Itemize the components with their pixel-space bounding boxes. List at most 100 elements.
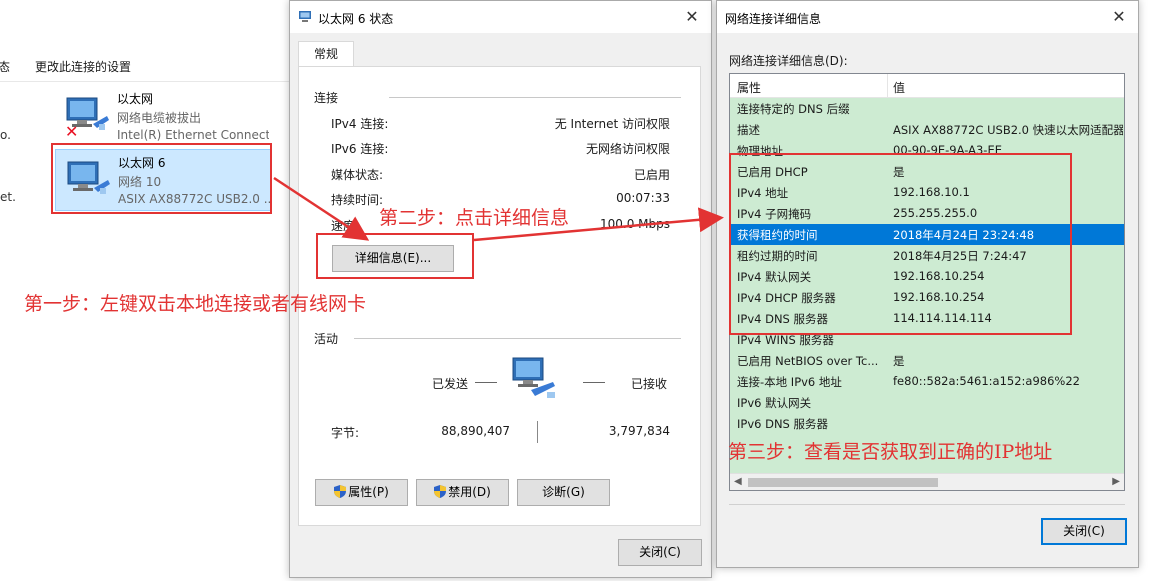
diagnose-button[interactable]: 诊断(G): [517, 479, 610, 506]
duration-label: 持续时间:: [331, 193, 384, 207]
disconnected-x-icon: ✕: [65, 122, 79, 141]
divider: [729, 504, 1125, 505]
adapter-status: 网络电缆被拔出: [117, 111, 202, 125]
media-state-value: 已启用: [633, 168, 670, 182]
horizontal-scrollbar[interactable]: ◀ ▶: [730, 473, 1124, 490]
details-row-value: 192.168.10.1: [893, 185, 970, 199]
bytes-received-value: 3,797,834: [608, 424, 670, 438]
details-row[interactable]: IPv6 DNS 服务器: [730, 413, 1124, 434]
ipv4-connectivity-label: IPv4 连接:: [331, 117, 389, 131]
details-row-value: 192.168.10.254: [893, 290, 985, 304]
details-list-label: 网络连接详细信息(D):: [729, 54, 848, 68]
details-row-property: IPv4 DHCP 服务器: [737, 291, 836, 305]
details-row[interactable]: IPv4 DNS 服务器 114.114.114.114: [730, 308, 1124, 329]
details-row[interactable]: 租约过期的时间 2018年4月25日 7:24:47: [730, 245, 1124, 266]
adapter-device: Intel(R) Ethernet Connect...: [117, 128, 269, 142]
bytes-label: 字节:: [331, 426, 360, 440]
ipv4-connectivity-value: 无 Internet 访问权限: [554, 117, 670, 131]
sent-label: 已发送: [432, 377, 469, 391]
close-icon[interactable]: ✕: [681, 6, 703, 28]
details-row[interactable]: IPv4 子网掩码 255.255.255.0: [730, 203, 1124, 224]
sidebar-fragment: o.: [0, 128, 11, 142]
scroll-left-icon[interactable]: ◀: [734, 476, 742, 487]
divider: [354, 338, 681, 339]
speed-label: 速度:: [331, 219, 360, 233]
details-row-value: 2018年4月25日 7:24:47: [893, 249, 1027, 263]
details-row-property: IPv4 子网掩码: [737, 207, 812, 221]
step3-annotation: 第三步：查看是否获取到正确的IP地址: [728, 441, 1053, 463]
details-row[interactable]: 连接-本地 IPv6 地址 fe80::582a:5461:a152:a986%2…: [730, 371, 1124, 392]
details-row[interactable]: IPv4 地址 192.168.10.1: [730, 182, 1124, 203]
duration-value: 00:07:33: [616, 191, 670, 205]
details-row[interactable]: 已启用 DHCP 是: [730, 161, 1124, 182]
uac-shield-icon: [434, 485, 447, 498]
details-row-property: 物理地址: [737, 144, 783, 158]
divider: [389, 97, 681, 98]
network-connection-details-dialog: 网络连接详细信息 ✕ 网络连接详细信息(D): 属性 值 连接特定的 DNS 后…: [716, 0, 1139, 568]
status-dialog-title: 以太网 6 状态: [318, 12, 394, 26]
received-line: [583, 382, 605, 383]
details-row-property: 连接特定的 DNS 后缀: [737, 102, 850, 116]
adapter-device: ASIX AX88772C USB2.0 ...: [118, 192, 270, 206]
adapter-status: 网络 10: [118, 175, 162, 189]
details-row[interactable]: IPv4 WINS 服务器: [730, 329, 1124, 350]
details-row[interactable]: 连接特定的 DNS 后缀: [730, 98, 1124, 119]
details-row-value: 00-90-9E-9A-A3-EE: [893, 143, 1002, 157]
details-row[interactable]: 物理地址 00-90-9E-9A-A3-EE: [730, 140, 1124, 161]
details-row-value: 255.255.255.0: [893, 206, 978, 220]
uac-shield-icon: [334, 485, 347, 498]
details-row-value: 192.168.10.254: [893, 269, 985, 283]
tab-general[interactable]: 常规: [298, 41, 354, 67]
network-icon: [299, 11, 311, 22]
details-row-value: fe80::582a:5461:a152:a986%22: [893, 374, 1080, 388]
details-close-button[interactable]: 关闭(C): [1041, 518, 1127, 545]
details-row-property: 描述: [737, 123, 760, 137]
details-row-property: 连接-本地 IPv6 地址: [737, 375, 842, 389]
connection-group-label: 连接: [314, 91, 339, 105]
details-row[interactable]: IPv6 默认网关: [730, 392, 1124, 413]
ipv6-connectivity-label: IPv6 连接:: [331, 142, 389, 156]
details-titlebar[interactable]: 网络连接详细信息 ✕: [717, 1, 1138, 33]
activity-group-label: 活动: [314, 332, 339, 346]
adapter-name: 以太网: [117, 92, 154, 106]
details-row[interactable]: 已启用 NetBIOS over Tc... 是: [730, 350, 1124, 371]
adapter-ethernet-6[interactable]: 以太网 6 网络 10 ASIX AX88772C USB2.0 ...: [55, 149, 271, 211]
change-settings-command[interactable]: 更改此连接的设置: [35, 58, 131, 75]
details-row-value: ASIX AX88772C USB2.0 快速以太网适配器: [893, 123, 1123, 137]
details-row-value: 114.114.114.114: [893, 311, 992, 325]
disable-button[interactable]: 禁用(D): [416, 479, 509, 506]
details-row-value: 是: [893, 165, 905, 179]
close-button[interactable]: 关闭(C): [618, 539, 702, 566]
speed-value: 100.0 Mbps: [599, 217, 670, 231]
details-row[interactable]: IPv4 DHCP 服务器 192.168.10.254: [730, 287, 1124, 308]
command-bar-fragment[interactable]: 态: [0, 58, 10, 75]
received-label: 已接收: [631, 377, 668, 391]
close-icon[interactable]: ✕: [1108, 6, 1130, 28]
scrollbar-thumb[interactable]: [748, 478, 938, 487]
details-row-property: 已启用 DHCP: [737, 165, 808, 179]
details-row-property: 租约过期的时间: [737, 249, 818, 263]
status-titlebar[interactable]: 以太网 6 状态 ✕: [290, 1, 711, 33]
properties-button-label: 属性(P): [348, 485, 389, 499]
details-row-property: IPv4 默认网关: [737, 270, 812, 284]
details-row-property: IPv6 DNS 服务器: [737, 417, 829, 431]
sent-line: [475, 382, 497, 383]
command-bar: 态 更改此连接的设置: [0, 50, 300, 82]
scroll-right-icon[interactable]: ▶: [1112, 476, 1120, 487]
column-header-property[interactable]: 属性: [737, 79, 761, 96]
details-row[interactable]: 描述 ASIX AX88772C USB2.0 快速以太网适配器: [730, 119, 1124, 140]
details-row[interactable]: IPv4 默认网关 192.168.10.254: [730, 266, 1124, 287]
ipv6-connectivity-value: 无网络访问权限: [585, 142, 670, 156]
details-row[interactable]: 获得租约的时间 2018年4月24日 23:24:48: [730, 224, 1124, 245]
details-list[interactable]: 属性 值 连接特定的 DNS 后缀 描述 ASIX AX88772C USB2.0 …: [729, 73, 1125, 491]
adapter-name: 以太网 6: [118, 156, 166, 170]
list-header: 属性 值: [730, 74, 1124, 98]
bytes-sent-value: 88,890,407: [441, 424, 510, 438]
adapter-ethernet[interactable]: ✕ 以太网 网络电缆被拔出 Intel(R) Ethernet Connect.…: [55, 86, 271, 148]
column-divider[interactable]: [887, 74, 888, 98]
details-row-value: 是: [893, 354, 905, 368]
properties-button[interactable]: 属性(P): [315, 479, 408, 506]
details-button[interactable]: 详细信息(E)...: [332, 245, 454, 272]
step2-annotation: 第二步：点击详细信息: [379, 207, 570, 229]
column-header-value[interactable]: 值: [893, 79, 905, 96]
